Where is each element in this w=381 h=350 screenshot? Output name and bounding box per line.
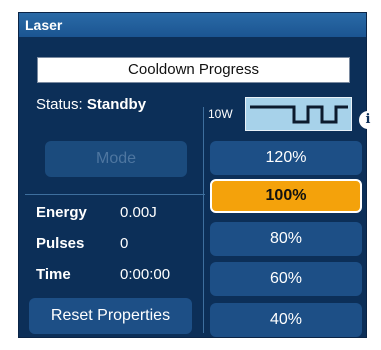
- pulses-label: Pulses: [36, 235, 85, 252]
- time-row: Time 0:00:00: [36, 266, 170, 283]
- mode-button[interactable]: Mode: [45, 141, 187, 177]
- pulses-row: Pulses 0: [36, 235, 128, 252]
- time-value: 0:00:00: [120, 266, 171, 283]
- power-level-80[interactable]: 80%: [210, 222, 362, 256]
- time-label: Time: [36, 266, 71, 283]
- info-icon[interactable]: i: [359, 111, 377, 129]
- panel-title: Laser: [19, 13, 366, 37]
- power-watt-label: 10W: [208, 107, 233, 121]
- divider-vertical: [203, 107, 204, 333]
- power-level-120[interactable]: 120%: [210, 141, 362, 175]
- cooldown-progress-bar: Cooldown Progress: [37, 57, 350, 83]
- pulse-waveform-graphic: [250, 105, 348, 124]
- energy-row: Energy 0.00J: [36, 204, 157, 221]
- status-row: Status: Standby: [36, 96, 146, 113]
- energy-label: Energy: [36, 204, 87, 221]
- power-level-60[interactable]: 60%: [210, 262, 362, 296]
- cooldown-progress-label: Cooldown Progress: [128, 61, 259, 78]
- energy-value: 0.00J: [120, 204, 157, 221]
- power-level-100[interactable]: 100%: [210, 179, 362, 213]
- laser-panel: Laser Cooldown Progress Status: Standby …: [18, 12, 377, 338]
- pulse-waveform: [245, 97, 352, 131]
- power-level-40[interactable]: 40%: [210, 303, 362, 337]
- status-value: Standby: [86, 96, 147, 113]
- divider-horizontal: [25, 194, 205, 195]
- pulses-value: 0: [120, 235, 129, 252]
- reset-properties-button[interactable]: Reset Properties: [29, 298, 192, 334]
- status-label: Status:: [36, 96, 83, 113]
